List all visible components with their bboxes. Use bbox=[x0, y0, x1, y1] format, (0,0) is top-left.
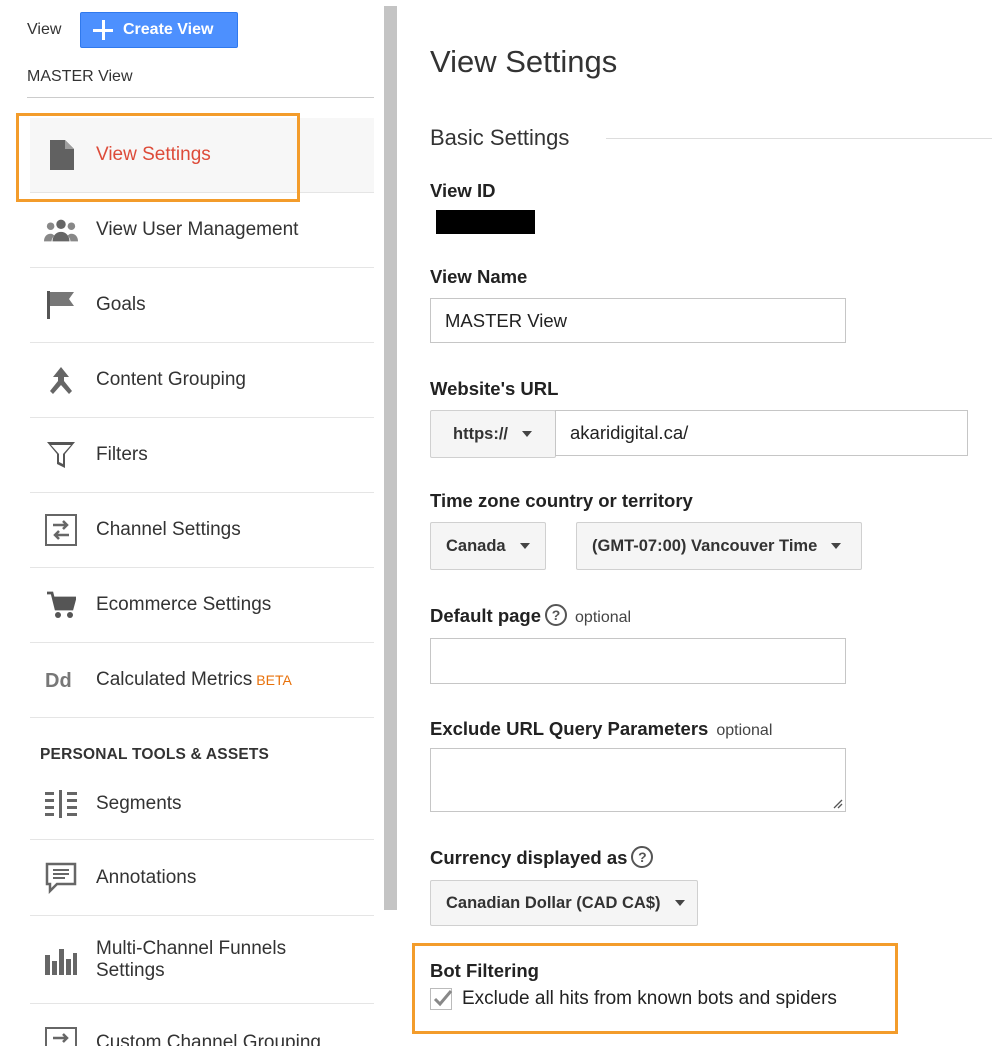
sidebar-item-view-user-management[interactable]: View User Management bbox=[30, 193, 374, 268]
sidebar-item-ecommerce-settings[interactable]: Ecommerce Settings bbox=[30, 568, 374, 643]
sidebar-item-label: Segments bbox=[96, 792, 182, 814]
sidebar-item-annotations[interactable]: Annotations bbox=[30, 840, 374, 916]
website-url-label: Website's URL bbox=[430, 378, 559, 399]
default-page-label: Default page? optional bbox=[430, 604, 632, 626]
personal-tools-section: PERSONAL TOOLS & ASSETS bbox=[30, 718, 374, 768]
segments-icon bbox=[44, 787, 78, 821]
sidebar-scrollbar[interactable] bbox=[384, 6, 397, 910]
sidebar-item-calculated-metrics[interactable]: Dd Calculated Metrics BETA bbox=[30, 643, 374, 718]
sidebar-item-content-grouping[interactable]: Content Grouping bbox=[30, 343, 374, 418]
website-url-input[interactable]: akaridigital.ca/ bbox=[555, 410, 968, 456]
calculated-metrics-icon: Dd bbox=[44, 663, 78, 697]
chevron-down-icon bbox=[674, 900, 685, 906]
timezone-dropdown[interactable]: (GMT-07:00) Vancouver Time bbox=[576, 522, 862, 570]
create-view-label: Create View bbox=[123, 21, 214, 38]
channel-settings-icon bbox=[44, 513, 78, 547]
sidebar-item-channel-settings[interactable]: Channel Settings bbox=[30, 493, 374, 568]
page-title: View Settings bbox=[430, 44, 618, 79]
sidebar-item-label: Content Grouping bbox=[96, 369, 246, 390]
optional-text: optional bbox=[575, 609, 632, 626]
plus-icon bbox=[92, 19, 114, 41]
section-title: Basic Settings bbox=[430, 125, 570, 150]
optional-text: optional bbox=[716, 722, 773, 739]
bar-chart-icon bbox=[44, 943, 78, 977]
help-icon[interactable]: ? bbox=[631, 846, 654, 868]
country-dropdown[interactable]: Canada bbox=[430, 522, 546, 570]
create-view-button[interactable]: Create View bbox=[80, 12, 238, 48]
content-grouping-icon bbox=[44, 363, 78, 397]
currency-dropdown[interactable]: Canadian Dollar (CAD CA$) bbox=[430, 880, 698, 926]
view-id-label: View ID bbox=[430, 180, 496, 201]
annotations-icon bbox=[44, 861, 78, 895]
protocol-value: https:// bbox=[453, 424, 508, 443]
custom-channel-icon bbox=[44, 1026, 78, 1046]
sidebar-item-multi-channel-funnels[interactable]: Multi-Channel Funnels Settings bbox=[30, 916, 374, 1004]
sidebar-item-label: Annotations bbox=[96, 866, 197, 888]
country-value: Canada bbox=[446, 536, 506, 555]
bot-filtering-checkbox[interactable] bbox=[430, 988, 453, 1010]
sidebar-item-label: View Settings bbox=[96, 144, 211, 165]
svg-text:Dd: Dd bbox=[45, 670, 72, 691]
sidebar-item-label: Calculated Metrics BETA bbox=[96, 669, 292, 690]
checkmark-icon bbox=[433, 990, 453, 1007]
currency-label: Currency displayed as? bbox=[430, 846, 654, 869]
resize-handle-icon[interactable] bbox=[831, 797, 843, 809]
bot-filtering-checkbox-label: Exclude all hits from known bots and spi… bbox=[462, 988, 837, 1009]
sidebar-item-label: Filters bbox=[96, 444, 148, 465]
sidebar-item-custom-channel-grouping[interactable]: Custom Channel Grouping bbox=[30, 1004, 374, 1046]
sidebar-item-filters[interactable]: Filters bbox=[30, 418, 374, 493]
sidebar-item-label: Goals bbox=[96, 294, 146, 315]
sidebar-nav: View Settings View User Management Goals… bbox=[30, 118, 374, 1046]
main-panel: View Settings Basic Settings View ID Vie… bbox=[412, 0, 992, 1046]
sidebar-item-label: Channel Settings bbox=[96, 519, 241, 540]
exclude-params-textarea[interactable] bbox=[430, 748, 846, 812]
sidebar-item-label: View User Management bbox=[96, 219, 299, 240]
cart-icon bbox=[44, 588, 78, 622]
document-icon bbox=[44, 138, 78, 172]
users-icon bbox=[44, 213, 78, 247]
sidebar-item-goals[interactable]: Goals bbox=[30, 268, 374, 343]
sidebar-item-label: Custom Channel Grouping bbox=[96, 1032, 321, 1046]
chevron-down-icon bbox=[519, 543, 530, 549]
beta-badge: BETA bbox=[256, 672, 292, 688]
sidebar: View Create View MASTER View View Settin… bbox=[0, 0, 384, 1046]
view-name-input[interactable]: MASTER View bbox=[430, 298, 846, 343]
protocol-dropdown[interactable]: https:// bbox=[430, 410, 556, 458]
exclude-params-label: Exclude URL Query Parameters optional bbox=[430, 718, 773, 739]
sidebar-item-segments[interactable]: Segments bbox=[30, 768, 374, 840]
section-heading: PERSONAL TOOLS & ASSETS bbox=[40, 746, 270, 763]
sidebar-item-label: Multi-Channel Funnels Settings bbox=[96, 937, 287, 981]
flag-icon bbox=[44, 288, 78, 322]
sidebar-item-view-settings[interactable]: View Settings bbox=[30, 118, 374, 193]
chevron-down-icon bbox=[522, 431, 532, 437]
section-divider bbox=[606, 138, 992, 139]
bot-filtering-label: Bot Filtering bbox=[430, 960, 539, 981]
timezone-value: (GMT-07:00) Vancouver Time bbox=[592, 536, 818, 555]
view-id-redacted bbox=[436, 210, 535, 234]
timezone-label: Time zone country or territory bbox=[430, 490, 693, 511]
currency-value: Canadian Dollar (CAD CA$) bbox=[446, 893, 661, 912]
help-icon[interactable]: ? bbox=[545, 604, 568, 626]
view-name-label: View Name bbox=[430, 266, 528, 287]
chevron-down-icon bbox=[831, 543, 842, 549]
view-label: View bbox=[27, 21, 62, 38]
view-selector[interactable]: MASTER View bbox=[27, 68, 374, 98]
bot-filtering-option[interactable]: Exclude all hits from known bots and spi… bbox=[430, 988, 837, 1010]
default-page-input[interactable] bbox=[430, 638, 846, 684]
sidebar-item-label: Ecommerce Settings bbox=[96, 594, 272, 615]
filter-icon bbox=[44, 438, 78, 472]
